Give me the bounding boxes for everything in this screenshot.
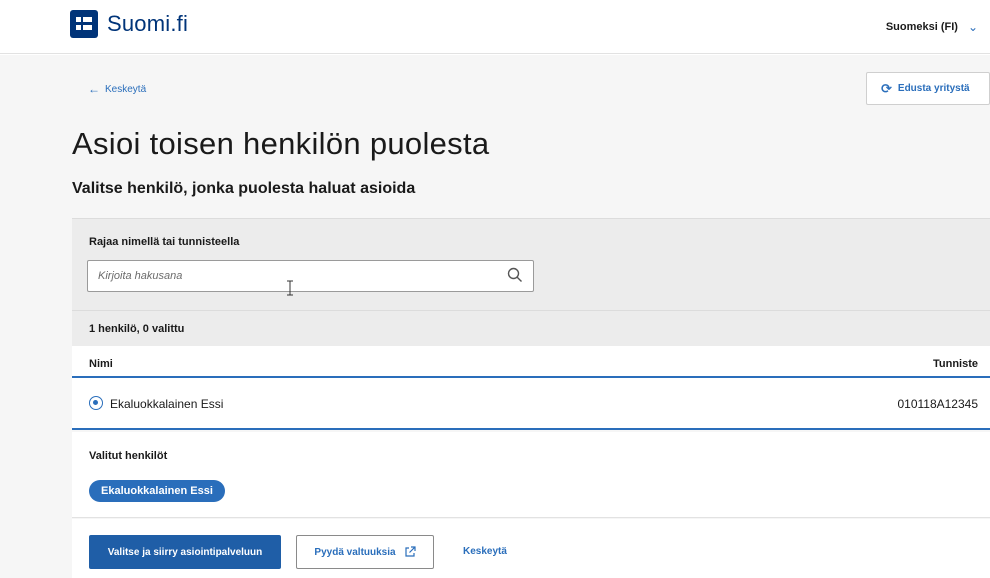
represent-company-button[interactable]: ⟳ Edusta yritystä (866, 72, 990, 105)
refresh-icon: ⟳ (881, 80, 892, 96)
select-and-continue-button[interactable]: Valitse ja siirry asiointipalveluun (89, 535, 281, 569)
suomi-fi-logo-icon (70, 10, 98, 38)
column-header-name[interactable]: Nimi (89, 358, 113, 370)
language-selector[interactable]: Suomeksi (FI) ⌄ (886, 20, 978, 34)
search-icon (507, 267, 522, 282)
arrow-left-icon: ← (88, 82, 100, 96)
selected-person-chip[interactable]: Ekaluokkalainen Essi (89, 480, 225, 502)
cancel-link[interactable]: Keskeytä (463, 546, 507, 557)
chevron-down-icon: ⌄ (967, 20, 978, 34)
person-name: Ekaluokkalainen Essi (110, 397, 224, 411)
page-subtitle: Valitse henkilö, jonka puolesta haluat a… (72, 180, 416, 197)
represent-company-label: Edusta yritystä (897, 83, 970, 94)
action-bar: Valitse ja siirry asiointipalveluun Pyyd… (72, 519, 990, 578)
logo-text: Suomi.fi (107, 11, 189, 36)
table-header: Nimi Tunniste (72, 346, 990, 378)
filter-label: Rajaa nimellä tai tunnisteella (89, 236, 240, 248)
search-field[interactable] (87, 260, 534, 292)
top-header: Suomi.fi Suomeksi (FI) ⌄ (0, 0, 990, 54)
selected-persons-section: Valitut henkilöt Ekaluokkalainen Essi (72, 432, 990, 518)
language-label: Suomeksi (FI) (885, 21, 958, 33)
text-cursor-icon (287, 280, 293, 296)
request-authorization-label: Pyydä valtuuksia (314, 546, 396, 558)
back-link-label: Keskeytä (105, 83, 147, 95)
selected-persons-label: Valitut henkilöt (89, 450, 168, 462)
request-authorization-button[interactable]: Pyydä valtuuksia (296, 535, 434, 569)
persons-table: Nimi Tunniste Ekaluokkalainen Essi 01011… (72, 346, 990, 430)
page-title: Asioi toisen henkilön puolesta (72, 126, 490, 161)
back-link[interactable]: ← Keskeytä (88, 82, 146, 96)
person-id: 010118A12345 (897, 397, 978, 411)
column-header-id[interactable]: Tunniste (933, 358, 978, 370)
external-link-icon (404, 546, 416, 557)
suomi-fi-logo[interactable]: Suomi.fi (70, 10, 188, 38)
table-row[interactable]: Ekaluokkalainen Essi 010118A12345 (72, 380, 990, 430)
filter-panel: Rajaa nimellä tai tunnisteella (72, 218, 990, 310)
person-radio[interactable] (89, 396, 103, 410)
results-count-bar: 1 henkilö, 0 valittu (72, 310, 990, 346)
results-count: 1 henkilö, 0 valittu (89, 323, 185, 335)
